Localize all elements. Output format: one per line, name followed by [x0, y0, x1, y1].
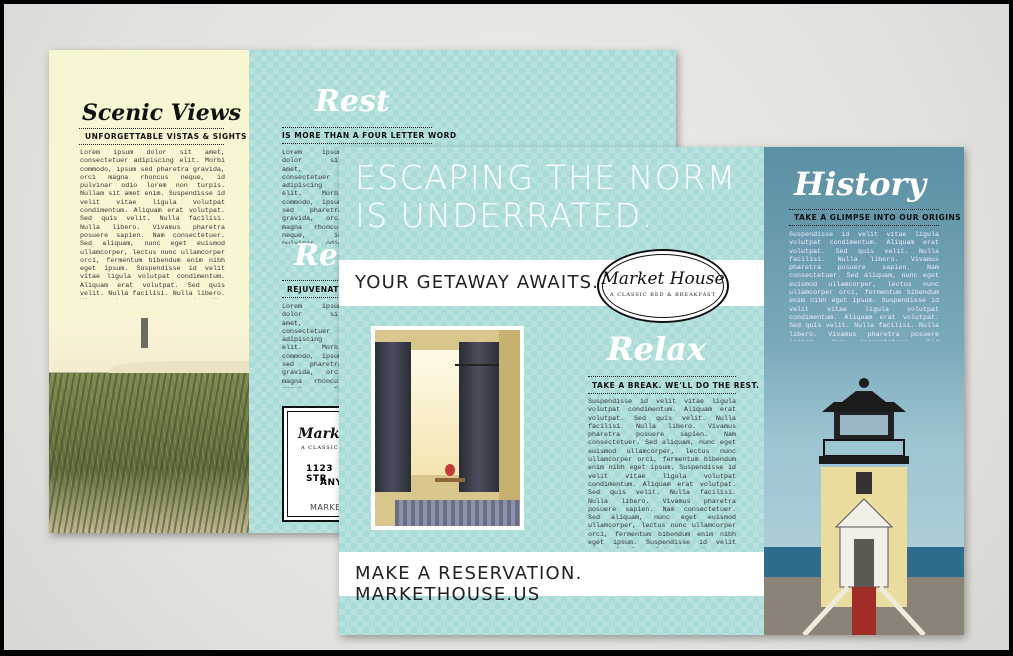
lighthouse-window	[856, 472, 872, 494]
scenic-views-title: Scenic Views	[82, 100, 242, 126]
card-sub: A CLASSIC	[301, 445, 339, 451]
beach-photo	[49, 318, 249, 533]
rest-caption: IS MORE THAN A FOUR LETTER WORD	[282, 131, 457, 140]
card-website: MARKE	[310, 503, 341, 512]
caption-rule	[79, 144, 224, 145]
canvas-background: Scenic Views UNFORGETTABLE VISTAS & SIGH…	[4, 4, 1009, 650]
rejuv-rule-2	[282, 297, 342, 298]
bedroom-photo	[371, 326, 524, 530]
logo-name: Market House	[601, 269, 725, 289]
relax-rule	[588, 376, 736, 377]
reservation-band: MAKE A RESERVATION. MARKETHOUSE.US	[339, 552, 764, 605]
boardwalk	[852, 587, 876, 635]
entry-door	[854, 539, 874, 587]
rest-rule-2	[282, 143, 432, 144]
relax-title: Relax	[607, 330, 706, 368]
market-house-logo: Market House A CLASSIC BED & BREAKFAST	[597, 249, 729, 323]
reservation-text: MAKE A RESERVATION. MARKETHOUSE.US	[355, 563, 583, 605]
relax-body: Suspendisse id velit vitae ligula volutp…	[588, 398, 736, 548]
title-rule	[79, 128, 224, 129]
gallery-deck	[819, 456, 909, 464]
front-cover-panel: ESCAPING THE NORM IS UNDERRATED. YOUR GE…	[339, 147, 764, 635]
lighthouse-vent	[859, 378, 869, 388]
headline-line-2: IS UNDERRATED.	[355, 196, 654, 235]
relax-rule-2	[588, 393, 736, 394]
rest-title: Rest	[315, 84, 390, 119]
history-panel: History TAKE A GLIMPSE INTO OUR ORIGINS …	[764, 147, 964, 635]
relax-caption: TAKE A BREAK. WE'LL DO THE REST.	[592, 381, 760, 390]
lighthouse-cap	[842, 391, 886, 402]
gallery-railing	[823, 439, 905, 457]
logo-tagline: A CLASSIC BED & BREAKFAST	[610, 292, 716, 298]
beach-grass	[49, 373, 249, 533]
window	[405, 350, 465, 475]
chandelier	[455, 330, 499, 366]
lighthouse-roof	[822, 402, 906, 412]
scenic-views-panel: Scenic Views UNFORGETTABLE VISTAS & SIGH…	[49, 50, 249, 533]
rest-body: Lorem ipsum dolor sit amet, consectetuer…	[282, 149, 342, 244]
scenic-views-body: Lorem ipsum dolor sit amet, consectetuer…	[80, 149, 225, 299]
lantern-glass	[840, 415, 888, 435]
wall	[499, 330, 520, 526]
headline: ESCAPING THE NORM IS UNDERRATED.	[355, 159, 760, 235]
rejuvenate-title: Re	[294, 238, 339, 273]
rejuv-rule	[282, 280, 342, 281]
bed	[395, 500, 520, 526]
headline-line-1: ESCAPING THE NORM	[355, 158, 737, 197]
scenic-views-caption: UNFORGETTABLE VISTAS & SIGHTS	[85, 132, 247, 141]
bedroom-scene	[375, 330, 520, 526]
distant-lighthouse	[141, 318, 148, 348]
rest-rule	[282, 127, 432, 128]
lighthouse-photo	[764, 378, 964, 635]
flower-vase	[445, 464, 455, 476]
side-table	[435, 478, 465, 482]
front-brochure: ESCAPING THE NORM IS UNDERRATED. YOUR GE…	[339, 147, 964, 635]
getaway-text: YOUR GETAWAY AWAITS.	[355, 272, 600, 293]
curtain-left	[375, 342, 411, 492]
rejuvenate-body: Lorem ipsum dolor sit amet, consectetuer…	[282, 303, 342, 388]
